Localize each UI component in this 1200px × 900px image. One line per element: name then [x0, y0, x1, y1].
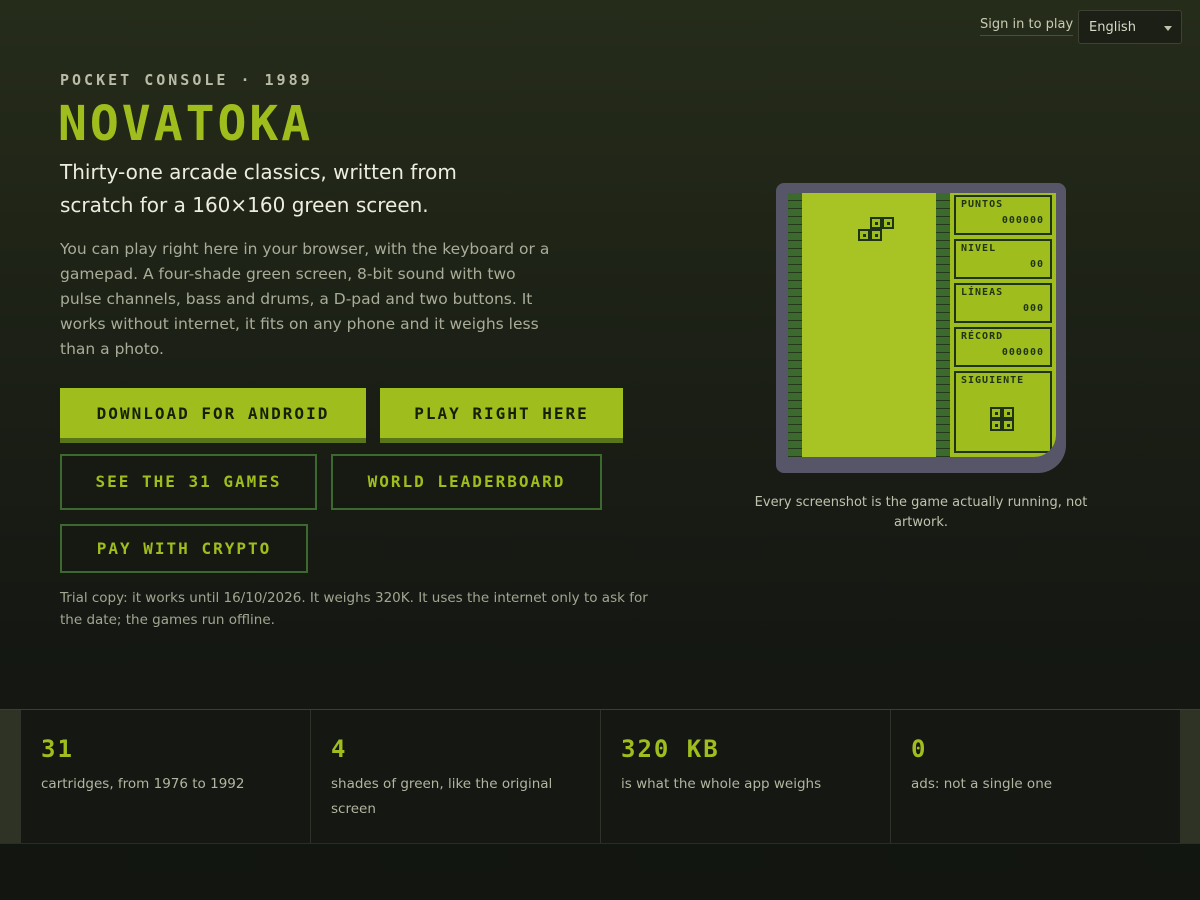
stat-card: 0 ads: not a single one	[890, 710, 1180, 843]
leaderboard-button[interactable]: WORLD LEADERBOARD	[331, 454, 602, 510]
chevron-down-icon	[1164, 26, 1172, 31]
stat-card: 320 KB is what the whole app weighs	[600, 710, 890, 843]
score-panel: PUNTOS 000000	[954, 195, 1052, 235]
stat-label: shades of green, like the original scree…	[331, 776, 553, 817]
score-label: PUNTOS	[961, 199, 1004, 210]
level-panel: NIVEL 00	[954, 239, 1052, 279]
sign-in-link[interactable]: Sign in to play	[980, 17, 1074, 36]
screenshot-caption: Every screenshot is the game actually ru…	[754, 495, 1088, 530]
trial-notice: Trial copy: it works until 16/10/2026. I…	[60, 590, 648, 628]
falling-block	[870, 229, 882, 241]
level-value: 00	[1029, 259, 1044, 270]
play-here-button[interactable]: PLAY RIGHT HERE	[380, 388, 623, 443]
hero-eyebrow: POCKET CONSOLE · 1989	[60, 71, 313, 89]
stat-number: 320 KB	[621, 735, 720, 763]
next-piece-panel: SIGUIENTE	[954, 371, 1052, 453]
stat-label: is what the whole app weighs	[621, 776, 822, 792]
record-label: RÉCORD	[961, 331, 1004, 342]
game-device: PUNTOS 000000 NIVEL 00 LÍNEAS 000 RÉCORD…	[776, 183, 1066, 473]
hero-description: You can play right here in your browser,…	[60, 240, 550, 358]
see-games-button[interactable]: SEE THE 31 GAMES	[60, 454, 317, 510]
stat-number: 31	[41, 735, 74, 763]
download-android-button[interactable]: DOWNLOAD FOR ANDROID	[60, 388, 366, 443]
record-panel: RÉCORD 000000	[954, 327, 1052, 367]
brick-wall-right	[936, 193, 950, 457]
stat-label: cartridges, from 1976 to 1992	[41, 776, 245, 792]
pay-crypto-button[interactable]: PAY WITH CRYPTO	[60, 524, 308, 573]
stat-number: 4	[331, 735, 348, 763]
falling-block	[858, 229, 870, 241]
level-label: NIVEL	[961, 243, 997, 254]
brick-wall-left	[788, 193, 802, 457]
next-block	[990, 419, 1002, 431]
language-select-value: English	[1089, 20, 1136, 35]
falling-block	[882, 217, 894, 229]
next-block	[1002, 407, 1014, 419]
stat-card: 31 cartridges, from 1976 to 1992	[20, 710, 310, 843]
page-title: NOVATOKA	[58, 96, 314, 152]
stat-number: 0	[911, 735, 928, 763]
falling-block	[870, 217, 882, 229]
play-field	[802, 193, 936, 457]
lines-value: 000	[1022, 303, 1044, 314]
stat-card: 4 shades of green, like the original scr…	[310, 710, 600, 843]
lines-label: LÍNEAS	[961, 287, 1004, 298]
record-value: 000000	[1001, 347, 1044, 358]
next-block	[1002, 419, 1014, 431]
language-select[interactable]: English	[1078, 10, 1182, 44]
stat-label: ads: not a single one	[911, 776, 1053, 792]
hero-lead: Thirty-one arcade classics, written from…	[60, 160, 457, 217]
game-screenshot: PUNTOS 000000 NIVEL 00 LÍNEAS 000 RÉCORD…	[788, 193, 1056, 457]
lines-panel: LÍNEAS 000	[954, 283, 1052, 323]
next-label: SIGUIENTE	[961, 375, 1025, 386]
stats-strip: 31 cartridges, from 1976 to 1992 4 shade…	[0, 709, 1200, 844]
score-value: 000000	[1001, 215, 1044, 226]
next-block	[990, 407, 1002, 419]
